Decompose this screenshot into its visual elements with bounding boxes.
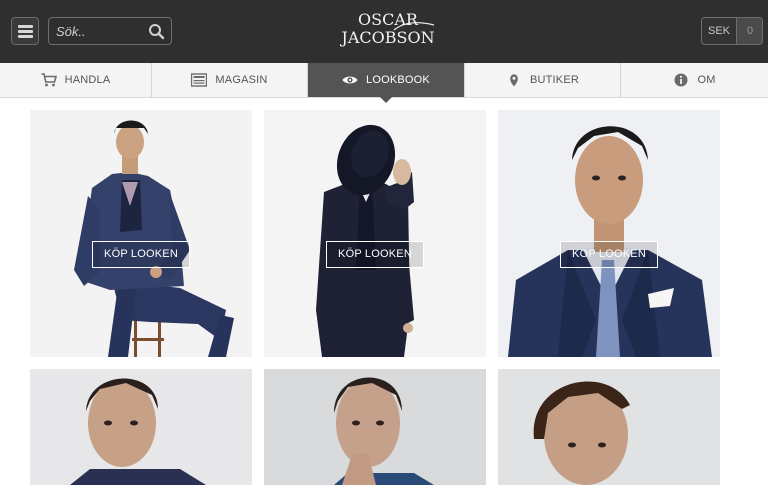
lookbook-photo-6 [498, 369, 720, 485]
lookbook-tile-5[interactable] [264, 369, 486, 485]
location-pin-icon [510, 74, 518, 87]
lookbook-tile-6[interactable] [498, 369, 720, 485]
magazine-icon [191, 73, 208, 87]
currency-label[interactable]: SEK [702, 18, 737, 44]
nav-item-butiker[interactable]: BUTIKER [465, 63, 621, 97]
nav-label-handla: HANDLA [64, 74, 111, 86]
lookbook-photo-4 [30, 369, 252, 485]
nav-item-magasin[interactable]: MAGASIN [152, 63, 308, 97]
nav-item-lookbook[interactable]: LOOKBOOK [308, 63, 465, 103]
logo-swoosh-icon [393, 22, 435, 31]
search-box [48, 17, 172, 45]
lookbook-photo-2 [264, 110, 486, 357]
nav-label-om: OM [697, 74, 716, 86]
buy-look-button[interactable]: KÖP LOOKEN [560, 241, 658, 268]
buy-look-button[interactable]: KÖP LOOKEN [326, 241, 424, 268]
lookbook-photo-1 [30, 110, 252, 357]
lookbook-tile-2[interactable]: KÖP LOOKEN [264, 110, 486, 357]
hamburger-icon [18, 25, 33, 28]
menu-button[interactable] [11, 17, 39, 45]
lookbook-tile-1[interactable]: KÖP LOOKEN [30, 110, 252, 357]
info-icon [674, 73, 688, 87]
cart-icon [41, 73, 57, 87]
buy-look-button[interactable]: KÖP LOOKEN [92, 241, 190, 268]
nav-label-butiker: BUTIKER [529, 74, 580, 86]
lookbook-photo-3 [498, 110, 720, 357]
search-input[interactable] [49, 18, 145, 44]
lookbook-grid: KÖP LOOKEN KÖP LOOKEN KÖP LOOKEN [0, 98, 768, 485]
lookbook-tile-3[interactable]: KÖP LOOKEN [498, 110, 720, 357]
site-header: OSCAR JACOBSON SEK 0 [0, 0, 768, 63]
cart-count-badge[interactable]: 0 [737, 18, 762, 44]
lookbook-tile-4[interactable] [30, 369, 252, 485]
nav-item-handla[interactable]: HANDLA [0, 63, 152, 97]
nav-label-magasin: MAGASIN [215, 74, 268, 86]
brand-logo[interactable]: OSCAR JACOBSON [338, 11, 438, 51]
lookbook-photo-5 [264, 369, 486, 485]
nav-label-lookbook: LOOKBOOK [366, 74, 430, 86]
search-icon[interactable] [148, 23, 165, 40]
main-nav: HANDLA MAGASIN LOOKBOOK BUTIKER OM [0, 63, 768, 103]
currency-cart[interactable]: SEK 0 [701, 17, 763, 45]
nav-item-om[interactable]: OM [621, 63, 768, 97]
eye-icon [342, 76, 358, 84]
